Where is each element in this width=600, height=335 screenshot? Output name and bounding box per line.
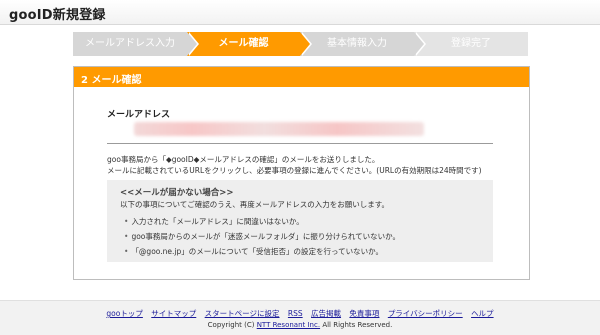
email-value-redacted <box>134 122 424 136</box>
footer: gooトップ サイトマップ スタートページに設定 RSS 広告掲載 免責事項 プ… <box>0 300 600 335</box>
panel-header: 2 メール確認 <box>74 67 529 87</box>
step-label: 登録完了 <box>451 38 491 49</box>
progress-steps: メールアドレス入力 メール確認 基本情報入力 登録完了 <box>73 32 528 56</box>
bullet-icon: • <box>124 247 129 256</box>
footer-link-advertising[interactable]: 広告掲載 <box>311 309 341 318</box>
email-confirm-panel: 2 メール確認 メールアドレス goo事務局から「◆gooID◆メールアドレスの… <box>73 66 530 280</box>
confirmation-instructions: メールに記載されているURLをクリックし、必要事項の登録に進んでください。(UR… <box>107 166 482 175</box>
troubleshooting-intro: 以下の事項についてご確認のうえ、再度メールアドレスの入力をお願いします。 <box>120 200 390 209</box>
company-link[interactable]: NTT Resonant Inc. <box>257 321 320 329</box>
troubleshooting-title: <<メールが届かない場合>> <box>120 188 234 198</box>
troubleshooting-box: <<メールが届かない場合>> 以下の事項についてご確認のうえ、再度メールアドレス… <box>107 180 493 262</box>
footer-link-privacy[interactable]: プライバシーポリシー <box>388 309 463 318</box>
footer-link-goo-top[interactable]: gooトップ <box>106 309 142 318</box>
step-email-input: メールアドレス入力 <box>73 32 199 56</box>
footer-link-sitemap[interactable]: サイトマップ <box>151 309 196 318</box>
bullet-icon: • <box>124 232 129 241</box>
step-complete: 登録完了 <box>414 32 528 56</box>
step-label: 基本情報入力 <box>327 38 387 49</box>
step-email-confirm: メール確認 <box>187 32 312 56</box>
list-item: • 入力された「メールアドレス」に間違いはないか。 <box>124 217 304 226</box>
panel-title: 2 メール確認 <box>81 75 142 86</box>
step-label: メールアドレス入力 <box>85 38 175 49</box>
list-item: • 「@goo.ne.jp」のメールについて「受信拒否」の設定を行っていないか。 <box>124 247 383 256</box>
step-label: メール確認 <box>218 38 269 49</box>
footer-link-help[interactable]: ヘルプ <box>471 309 494 318</box>
footer-link-disclaimer[interactable]: 免責事項 <box>349 309 379 318</box>
copyright: Copyright (C) NTT Resonant Inc. All Righ… <box>207 321 393 329</box>
list-item: • goo事務局からのメールが「迷惑メールフォルダ」に振り分けられていないか。 <box>124 232 400 241</box>
footer-link-rss[interactable]: RSS <box>288 309 303 318</box>
page-title: gooID新規登録 <box>9 8 106 23</box>
step-basic-info: 基本情報入力 <box>300 32 426 56</box>
footer-links: gooトップ サイトマップ スタートページに設定 RSS 広告掲載 免責事項 プ… <box>0 308 600 319</box>
bullet-icon: • <box>124 217 129 226</box>
confirmation-message: goo事務局から「◆gooID◆メールアドレスの確認」のメールをお送りしました。 <box>107 155 380 164</box>
footer-link-set-startpage[interactable]: スタートページに設定 <box>205 309 280 318</box>
divider <box>107 143 493 144</box>
page-header: gooID新規登録 <box>0 0 600 25</box>
email-label: メールアドレス <box>107 110 171 120</box>
